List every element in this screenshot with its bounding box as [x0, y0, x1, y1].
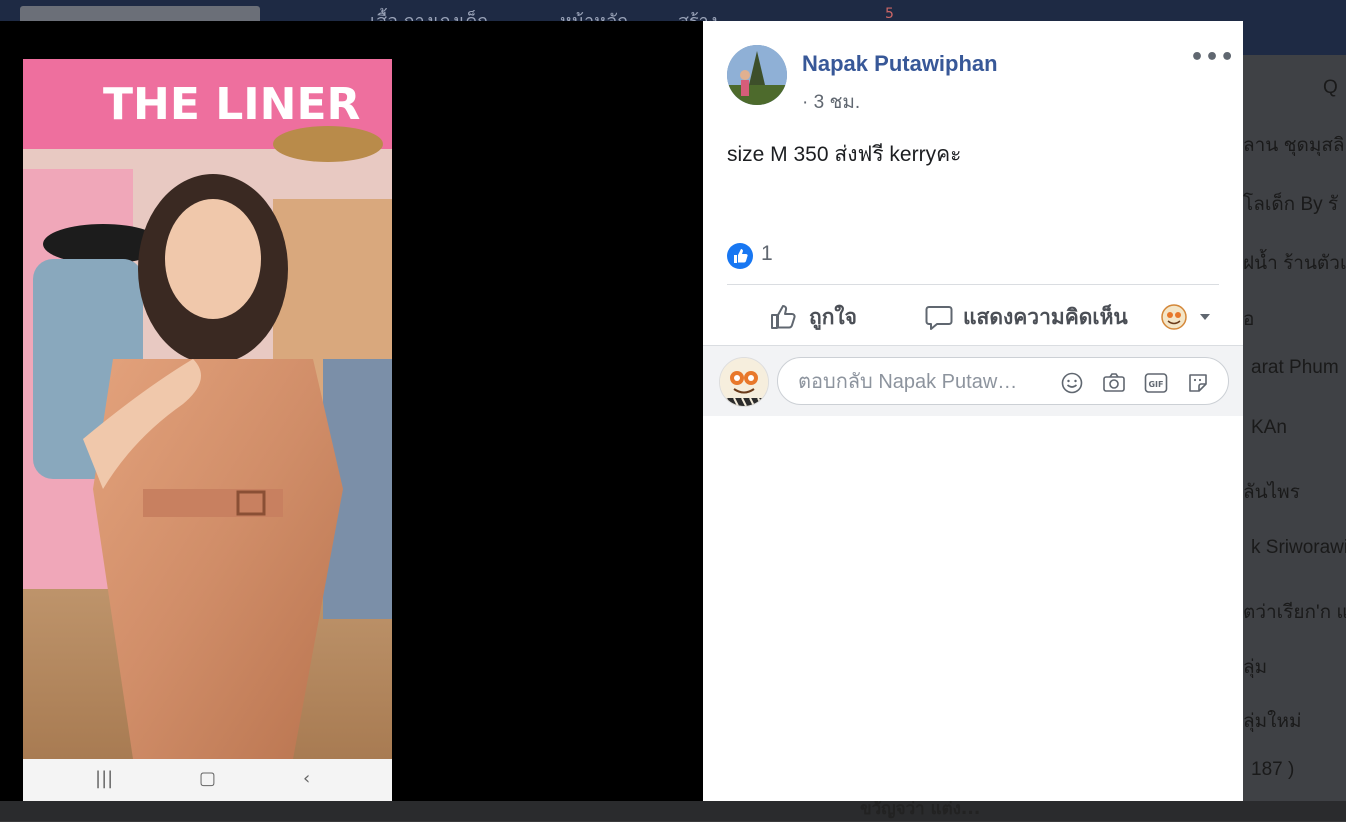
- author-avatar[interactable]: [727, 45, 787, 105]
- video-player[interactable]: THE LINER: [23, 59, 392, 759]
- chevron-down-icon: [1200, 314, 1210, 320]
- background-sidebar: Q ลาน ชุดมุสลิ โลเด็ก By รั ฝน้ำ ร้านตัว…: [1243, 55, 1346, 821]
- bg-sidebar-item: ลาน ชุดมุสลิ: [1243, 135, 1345, 156]
- bg-notification-badge: 5: [885, 6, 894, 22]
- comment-label: แสดงความคิดเห็น: [963, 305, 1128, 329]
- avatar-image: [727, 45, 787, 105]
- background-chat-bar: ขวัญจว่า แต่ง...: [0, 799, 1346, 821]
- comment-bubble-icon: [925, 306, 953, 330]
- bg-sidebar-item: Q: [1323, 77, 1338, 98]
- bg-sidebar-item: ฝน้ำ ร้านตัวเล: [1243, 253, 1346, 274]
- post-message: size M 350 ส่งฟรี kerryคะ: [727, 143, 962, 166]
- like-label: ถูกใจ: [809, 305, 857, 329]
- like-reaction-icon: [727, 243, 753, 269]
- post-as-selector[interactable]: [1161, 299, 1223, 335]
- comment-button[interactable]: แสดงความคิดเห็น: [925, 299, 1128, 335]
- phone-navigation-bar: ||| ▢ ‹: [23, 759, 392, 801]
- camera-icon[interactable]: [1102, 371, 1126, 395]
- post-panel: Napak Putawiphan · 3 ชม. ••• size M 350 …: [703, 21, 1243, 801]
- bg-sidebar-item: ตว่าเรียก'ก แ: [1243, 602, 1346, 623]
- home-icon: ▢: [199, 768, 217, 789]
- bg-sidebar-item: อ: [1243, 309, 1255, 330]
- sticker-icon[interactable]: [1186, 371, 1210, 395]
- post-timestamp[interactable]: · 3 ชม.: [802, 87, 860, 117]
- commenter-avatar[interactable]: [719, 357, 769, 407]
- bg-sidebar-item: ลุ่ม: [1243, 657, 1268, 678]
- commenter-avatar-image: [720, 358, 768, 406]
- bg-sidebar-item: k Sriworawi: [1251, 537, 1346, 558]
- gif-label: GIF: [1148, 380, 1163, 389]
- more-options-icon[interactable]: •••: [1190, 45, 1235, 70]
- like-button[interactable]: ถูกใจ: [769, 299, 857, 335]
- bg-sidebar-item: ลุ่มใหม่: [1243, 711, 1302, 732]
- gif-icon[interactable]: GIF: [1144, 371, 1168, 395]
- back-icon: ‹: [303, 768, 311, 789]
- comment-composer: GIF: [703, 346, 1243, 416]
- recent-apps-icon: |||: [95, 768, 114, 789]
- thumbs-up-icon: [771, 305, 796, 329]
- video-banner-text: THE LINER: [103, 79, 360, 130]
- emoji-icon[interactable]: [1060, 371, 1084, 395]
- bg-sidebar-item: 187 ): [1251, 759, 1295, 780]
- reaction-count: 1: [761, 242, 773, 265]
- bg-sidebar-item: โลเด็ก By รั: [1243, 194, 1339, 215]
- comment-input[interactable]: [796, 369, 1050, 395]
- bg-sidebar-item: ลันไพร: [1243, 482, 1300, 503]
- author-name-link[interactable]: Napak Putawiphan: [802, 51, 998, 77]
- video-frame-image: THE LINER: [23, 59, 392, 759]
- comment-input-box[interactable]: GIF: [777, 357, 1229, 405]
- bg-sidebar-item: KAn: [1251, 417, 1287, 438]
- bg-sidebar-item: arat Phum: [1251, 357, 1339, 378]
- page-avatar-small-icon: [1161, 304, 1187, 330]
- divider: [727, 284, 1219, 285]
